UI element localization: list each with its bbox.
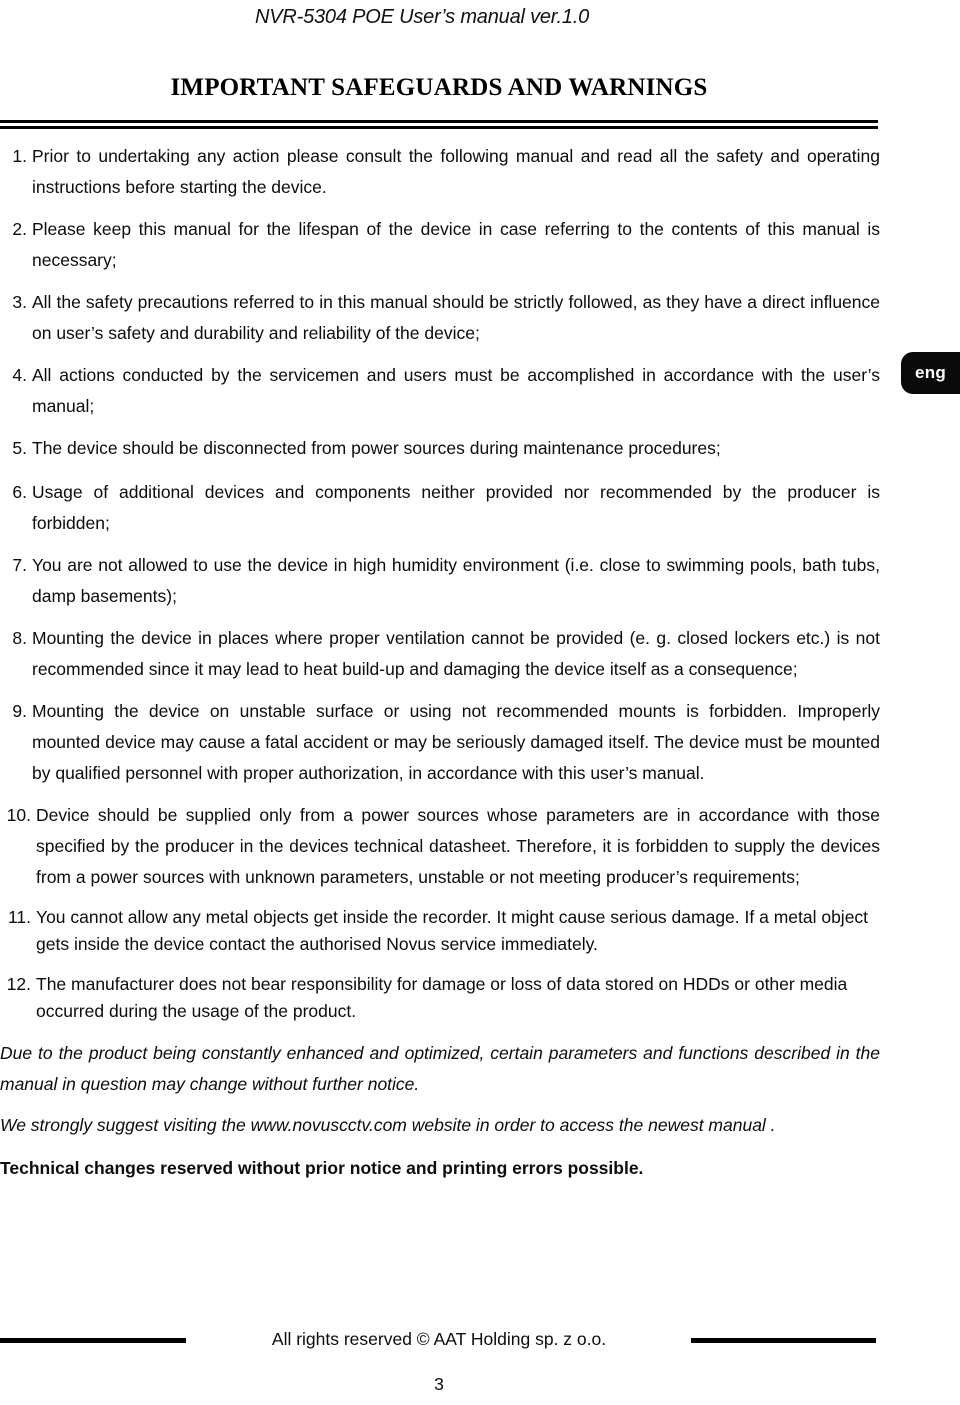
page-title: IMPORTANT SAFEGUARDS AND WARNINGS — [170, 74, 708, 101]
list-item-number: 3. — [12, 292, 27, 312]
divider-line-bottom — [0, 126, 878, 129]
list-item: 4. All actions conducted by the servicem… — [0, 360, 880, 422]
list-item-text: Device should be supplied only from a po… — [36, 805, 880, 887]
list-item-text: Usage of additional devices and componen… — [32, 482, 880, 533]
closing-notes: Due to the product being constantly enha… — [0, 1038, 880, 1184]
page-number: 3 — [434, 1374, 444, 1394]
list-item: 11. You cannot allow any metal objects g… — [0, 904, 880, 958]
list-item-text: Prior to undertaking any action please c… — [32, 146, 880, 197]
list-item-text: All the safety precautions referred to i… — [32, 292, 880, 343]
list-item-text: The manufacturer does not bear responsib… — [36, 974, 848, 1021]
footer-copyright: All rights reserved © AAT Holding sp. z … — [271, 1329, 607, 1349]
list-item-text: Mounting the device in places where prop… — [32, 628, 880, 679]
list-item-number: 5. — [12, 438, 27, 458]
list-item: 10. Device should be supplied only from … — [0, 800, 880, 893]
list-item-text: You cannot allow any metal objects get i… — [36, 907, 869, 954]
note-product-changes: Due to the product being constantly enha… — [0, 1043, 880, 1094]
list-item-number: 8. — [12, 628, 27, 648]
list-item-number: 9. — [12, 701, 27, 721]
list-item-number: 7. — [12, 555, 27, 575]
language-tab-eng[interactable]: eng — [901, 352, 960, 394]
list-item: 9. Mounting the device on unstable surfa… — [0, 696, 880, 789]
list-item: 2. Please keep this manual for the lifes… — [0, 214, 880, 276]
running-header-title: NVR-5304 POE User’s manual ver.1.0 — [255, 6, 590, 28]
safeguards-content: 1. Prior to undertaking any action pleas… — [0, 141, 880, 1194]
note-website: We strongly suggest visiting the www.nov… — [0, 1115, 776, 1135]
list-item-text: The device should be disconnected from p… — [32, 438, 721, 458]
list-item: 12. The manufacturer does not bear respo… — [0, 971, 880, 1025]
list-item-number: 12. — [6, 974, 31, 994]
list-item: 8. Mounting the device in places where p… — [0, 623, 880, 685]
note-technical-changes: Technical changes reserved without prior… — [0, 1158, 644, 1178]
list-item-number: 10. — [6, 805, 31, 825]
list-item-number: 1. — [12, 146, 27, 166]
list-item-text: Mounting the device on unstable surface … — [32, 701, 880, 783]
list-item-number: 4. — [12, 365, 27, 385]
divider-line-top — [0, 120, 878, 123]
list-item-text: All actions conducted by the servicemen … — [32, 365, 880, 416]
list-item: 6. Usage of additional devices and compo… — [0, 477, 880, 539]
list-item-text: Please keep this manual for the lifespan… — [32, 219, 880, 270]
list-item: 5. The device should be disconnected fro… — [0, 433, 880, 464]
list-item: 7. You are not allowed to use the device… — [0, 550, 880, 612]
list-item-number: 2. — [12, 219, 27, 239]
safeguards-list: 1. Prior to undertaking any action pleas… — [0, 141, 880, 1025]
list-item-number: 6. — [12, 482, 27, 502]
list-item: 1. Prior to undertaking any action pleas… — [0, 141, 880, 203]
title-divider — [0, 120, 878, 129]
list-item-number: 11. — [7, 907, 31, 927]
list-item: 3. All the safety precautions referred t… — [0, 287, 880, 349]
list-item-text: You are not allowed to use the device in… — [32, 555, 880, 606]
